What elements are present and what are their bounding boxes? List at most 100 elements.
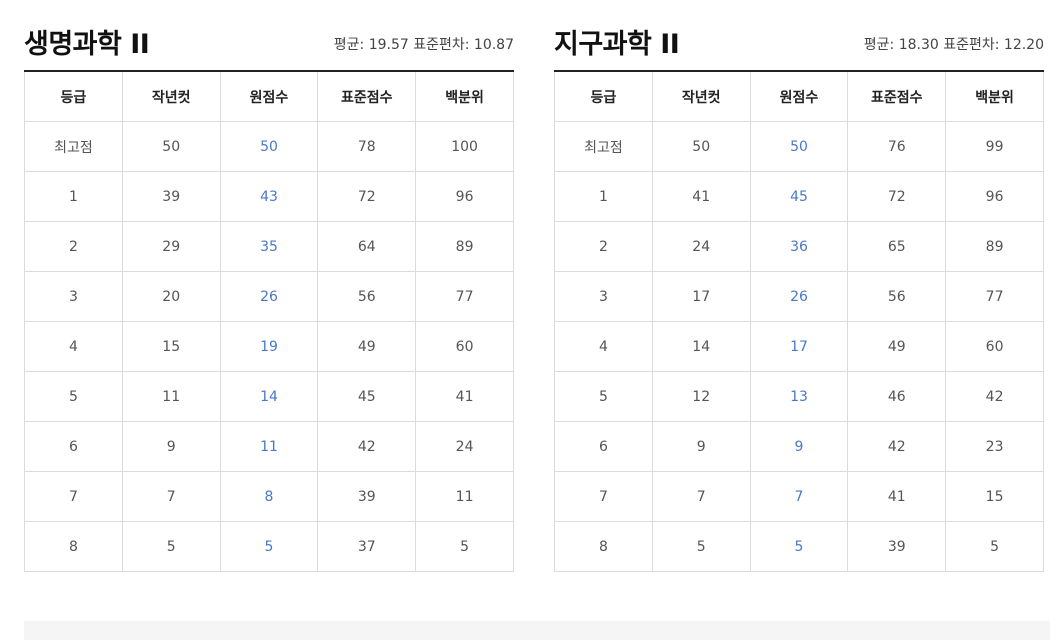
table-body: 최고점 50 50 76 99 1 41 45 72 96 2 24 36 65 89 3 17 26 56 77 4 1… bbox=[554, 121, 1044, 572]
cell-raw-score: 5 bbox=[749, 521, 849, 572]
cell-percentile: 5 bbox=[945, 521, 1044, 572]
cell-last-year-cut: 9 bbox=[121, 421, 221, 472]
cell-grade: 4 bbox=[24, 321, 123, 372]
column-header-percentile: 백분위 bbox=[415, 70, 514, 122]
cell-last-year-cut: 41 bbox=[651, 171, 751, 222]
cell-last-year-cut: 5 bbox=[651, 521, 751, 572]
column-header-last-year-cut: 작년컷 bbox=[121, 70, 221, 122]
cell-grade: 1 bbox=[554, 171, 653, 222]
table-row: 3 17 26 56 77 bbox=[554, 271, 1044, 322]
cell-grade: 7 bbox=[554, 471, 653, 522]
cell-standard-score: 76 bbox=[847, 121, 947, 172]
column-header-standard-score: 표준점수 bbox=[317, 70, 417, 122]
cell-raw-score: 9 bbox=[749, 421, 849, 472]
table-row: 최고점 50 50 78 100 bbox=[24, 121, 514, 172]
cell-last-year-cut: 50 bbox=[651, 121, 751, 172]
table-row: 8 5 5 37 5 bbox=[24, 521, 514, 572]
cell-raw-score: 36 bbox=[749, 221, 849, 272]
table-row: 8 5 5 39 5 bbox=[554, 521, 1044, 572]
cell-last-year-cut: 15 bbox=[121, 321, 221, 372]
column-header-last-year-cut: 작년컷 bbox=[651, 70, 751, 122]
cell-raw-score: 8 bbox=[219, 471, 319, 522]
cell-raw-score: 5 bbox=[219, 521, 319, 572]
panel-biology-2: 생명과학 II 평균: 19.57 표준편차: 10.87 등급 작년컷 원점수… bbox=[24, 18, 514, 572]
table-row: 4 14 17 49 60 bbox=[554, 321, 1044, 372]
cell-grade: 5 bbox=[554, 371, 653, 422]
column-header-raw-score: 원점수 bbox=[749, 70, 849, 122]
cell-standard-score: 56 bbox=[847, 271, 947, 322]
column-header-percentile: 백분위 bbox=[945, 70, 1044, 122]
table-row: 6 9 9 42 23 bbox=[554, 421, 1044, 472]
table-row: 1 41 45 72 96 bbox=[554, 171, 1044, 222]
table-row: 3 20 26 56 77 bbox=[24, 271, 514, 322]
cell-percentile: 96 bbox=[945, 171, 1044, 222]
table-header-row: 등급 작년컷 원점수 표준점수 백분위 bbox=[24, 70, 514, 122]
panel-header: 생명과학 II 평균: 19.57 표준편차: 10.87 bbox=[24, 18, 514, 70]
cell-raw-score: 35 bbox=[219, 221, 319, 272]
table-header-row: 등급 작년컷 원점수 표준점수 백분위 bbox=[554, 70, 1044, 122]
column-header-grade: 등급 bbox=[554, 70, 653, 122]
cell-last-year-cut: 14 bbox=[651, 321, 751, 372]
cell-last-year-cut: 12 bbox=[651, 371, 751, 422]
cell-last-year-cut: 7 bbox=[121, 471, 221, 522]
table-row: 5 12 13 46 42 bbox=[554, 371, 1044, 422]
table-row: 6 9 11 42 24 bbox=[24, 421, 514, 472]
cell-raw-score: 26 bbox=[219, 271, 319, 322]
cell-grade: 6 bbox=[24, 421, 123, 472]
table-row: 최고점 50 50 76 99 bbox=[554, 121, 1044, 172]
cell-standard-score: 41 bbox=[847, 471, 947, 522]
cell-percentile: 99 bbox=[945, 121, 1044, 172]
cell-percentile: 23 bbox=[945, 421, 1044, 472]
cell-standard-score: 72 bbox=[847, 171, 947, 222]
table-row: 7 7 7 41 15 bbox=[554, 471, 1044, 522]
cell-percentile: 89 bbox=[415, 221, 514, 272]
cell-raw-score: 43 bbox=[219, 171, 319, 222]
cell-raw-score: 19 bbox=[219, 321, 319, 372]
column-header-standard-score: 표준점수 bbox=[847, 70, 947, 122]
cell-last-year-cut: 7 bbox=[651, 471, 751, 522]
cell-percentile: 77 bbox=[945, 271, 1044, 322]
cell-last-year-cut: 9 bbox=[651, 421, 751, 472]
cell-standard-score: 64 bbox=[317, 221, 417, 272]
cell-percentile: 24 bbox=[415, 421, 514, 472]
table-row: 5 11 14 45 41 bbox=[24, 371, 514, 422]
cell-grade: 2 bbox=[24, 221, 123, 272]
cell-last-year-cut: 24 bbox=[651, 221, 751, 272]
table-row: 1 39 43 72 96 bbox=[24, 171, 514, 222]
cell-last-year-cut: 39 bbox=[121, 171, 221, 222]
cell-standard-score: 49 bbox=[317, 321, 417, 372]
cell-raw-score: 11 bbox=[219, 421, 319, 472]
table-row: 4 15 19 49 60 bbox=[24, 321, 514, 372]
cell-standard-score: 78 bbox=[317, 121, 417, 172]
cell-raw-score: 14 bbox=[219, 371, 319, 422]
cell-raw-score: 26 bbox=[749, 271, 849, 322]
grade-cut-table: 등급 작년컷 원점수 표준점수 백분위 최고점 50 50 78 100 1 39 43 72 9… bbox=[24, 70, 514, 572]
cell-standard-score: 49 bbox=[847, 321, 947, 372]
cell-percentile: 15 bbox=[945, 471, 1044, 522]
cell-grade: 7 bbox=[24, 471, 123, 522]
cell-standard-score: 72 bbox=[317, 171, 417, 222]
cell-percentile: 100 bbox=[415, 121, 514, 172]
cell-grade: 최고점 bbox=[554, 121, 653, 172]
cell-grade: 최고점 bbox=[24, 121, 123, 172]
cell-percentile: 42 bbox=[945, 371, 1044, 422]
cell-grade: 3 bbox=[554, 271, 653, 322]
panel-title: 생명과학 II bbox=[24, 29, 150, 60]
cell-last-year-cut: 17 bbox=[651, 271, 751, 322]
panel-earth-science-2: 지구과학 II 평균: 18.30 표준편차: 12.20 등급 작년컷 원점수… bbox=[554, 18, 1044, 572]
panel-header: 지구과학 II 평균: 18.30 표준편차: 12.20 bbox=[554, 18, 1044, 70]
table-body: 최고점 50 50 78 100 1 39 43 72 96 2 29 35 64 89 3 20 26 56 77 4… bbox=[24, 121, 514, 572]
cell-grade: 4 bbox=[554, 321, 653, 372]
cell-percentile: 89 bbox=[945, 221, 1044, 272]
table-row: 7 7 8 39 11 bbox=[24, 471, 514, 522]
cell-raw-score: 45 bbox=[749, 171, 849, 222]
cell-last-year-cut: 50 bbox=[121, 121, 221, 172]
cell-raw-score: 7 bbox=[749, 471, 849, 522]
cell-standard-score: 65 bbox=[847, 221, 947, 272]
column-header-raw-score: 원점수 bbox=[219, 70, 319, 122]
cell-grade: 3 bbox=[24, 271, 123, 322]
cell-last-year-cut: 5 bbox=[121, 521, 221, 572]
cell-raw-score: 50 bbox=[749, 121, 849, 172]
panel-stats: 평균: 19.57 표준편차: 10.87 bbox=[333, 37, 514, 53]
table-row: 2 24 36 65 89 bbox=[554, 221, 1044, 272]
